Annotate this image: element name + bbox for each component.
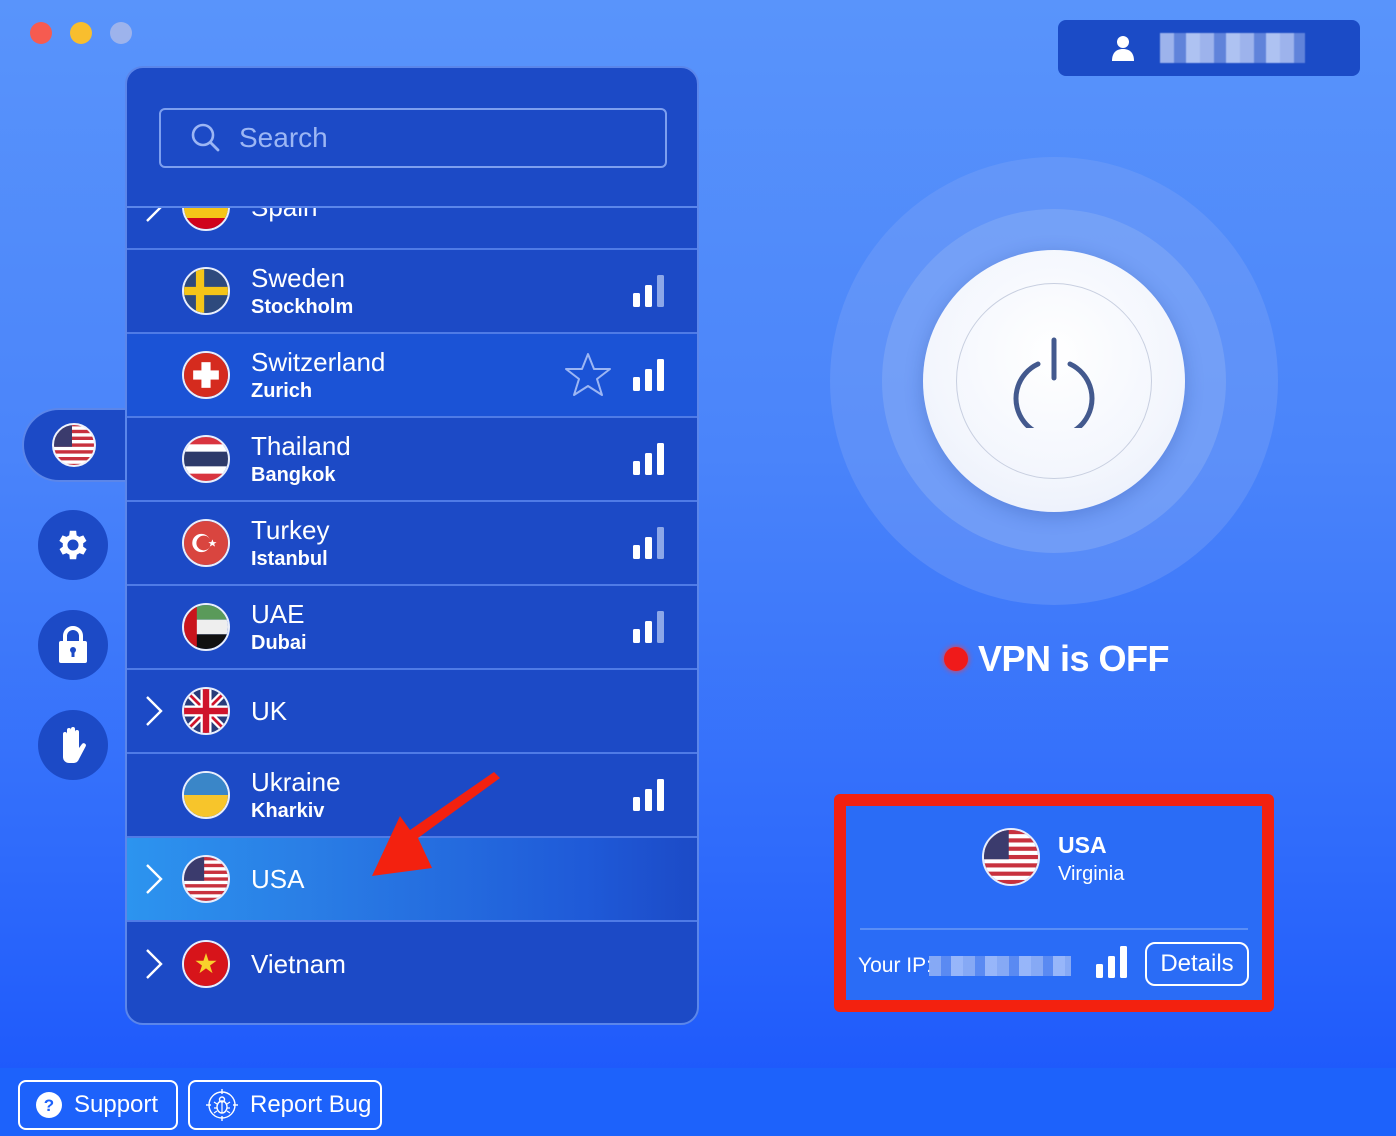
signal-strength-icon	[633, 527, 664, 559]
server-city: Istanbul	[251, 548, 328, 570]
power-icon	[1013, 337, 1095, 428]
server-country: Spain	[251, 206, 318, 222]
connection-city: Virginia	[1058, 863, 1125, 885]
account-button[interactable]	[1058, 20, 1360, 76]
thailand-flag-icon	[182, 435, 230, 483]
vietnam-flag-icon	[182, 940, 230, 988]
sidebar-item-settings[interactable]	[38, 510, 108, 580]
chevron-right-icon[interactable]	[141, 944, 165, 984]
sweden-flag-icon	[182, 267, 230, 315]
gear-icon	[59, 530, 87, 560]
support-label: Support	[74, 1091, 159, 1118]
minimize-window-button[interactable]	[70, 22, 92, 44]
server-city: Kharkiv	[251, 800, 325, 822]
server-country: Vietnam	[251, 949, 346, 979]
switzerland-flag-icon	[182, 351, 230, 399]
footer-bar: ? Support Report Bug	[0, 1068, 1396, 1136]
sidebar-item-blocker[interactable]	[38, 710, 108, 780]
chevron-right-icon[interactable]	[141, 859, 165, 899]
server-country: UK	[251, 696, 288, 726]
connection-country: USA	[1058, 832, 1107, 858]
divider	[860, 928, 1248, 930]
zoom-window-button[interactable]	[110, 22, 132, 44]
usa-flag-icon	[182, 855, 230, 903]
search-icon	[191, 123, 220, 152]
chevron-right-icon[interactable]	[141, 206, 165, 227]
server-row-vietnam[interactable]: Vietnam	[127, 922, 697, 1006]
report-bug-label: Report Bug	[250, 1091, 372, 1118]
server-row-switzerland[interactable]: Switzerland Zurich	[127, 334, 697, 418]
window-controls	[30, 22, 132, 44]
user-icon	[1112, 36, 1134, 61]
signal-strength-icon	[633, 359, 664, 391]
turkey-flag-icon	[182, 519, 230, 567]
server-country: Turkey	[251, 515, 330, 545]
server-row-spain[interactable]: Spain	[127, 206, 697, 250]
signal-strength-icon	[633, 275, 664, 307]
svg-text:?: ?	[44, 1096, 54, 1115]
server-city: Zurich	[251, 380, 313, 402]
search-input[interactable]	[239, 122, 639, 154]
vpn-status: VPN is OFF	[944, 638, 1170, 680]
status-indicator-dot	[944, 647, 968, 671]
ip-value-redacted	[929, 956, 1071, 976]
server-city: Stockholm	[251, 296, 354, 318]
server-country: Switzerland	[251, 347, 386, 377]
uae-flag-icon	[182, 603, 230, 651]
server-row-uae[interactable]: UAE Dubai	[127, 586, 697, 670]
server-city: Dubai	[251, 632, 307, 654]
server-country: UAE	[251, 599, 305, 629]
favorite-star-icon[interactable]	[563, 351, 613, 399]
server-row-thailand[interactable]: Thailand Bangkok	[127, 418, 697, 502]
server-row-turkey[interactable]: Turkey Istanbul	[127, 502, 697, 586]
ukraine-flag-icon	[182, 771, 230, 819]
uk-flag-icon	[182, 687, 230, 735]
spain-flag-icon	[182, 208, 230, 231]
signal-strength-icon	[633, 611, 664, 643]
sidebar-item-security[interactable]	[38, 610, 108, 680]
power-button[interactable]	[923, 250, 1185, 512]
signal-strength-icon	[633, 779, 664, 811]
current-location-card[interactable]: USA Virginia Your IP: Details	[834, 794, 1274, 1012]
server-row-uk[interactable]: UK	[127, 670, 697, 754]
sidebar-item-location[interactable]	[22, 408, 128, 482]
server-country: Sweden	[251, 263, 345, 293]
support-button[interactable]: ? Support	[18, 1080, 178, 1130]
account-username-redacted	[1160, 33, 1305, 63]
us-flag-icon	[52, 423, 96, 467]
server-country: Ukraine	[251, 767, 341, 797]
server-city: Bangkok	[251, 464, 336, 486]
search-box[interactable]	[159, 108, 667, 168]
ip-label: Your IP:	[858, 954, 932, 977]
details-button[interactable]: Details	[1145, 942, 1249, 986]
server-row-ukraine[interactable]: Ukraine Kharkiv	[127, 754, 697, 838]
close-window-button[interactable]	[30, 22, 52, 44]
server-row-sweden[interactable]: Sweden Stockholm	[127, 250, 697, 334]
hand-icon	[63, 727, 86, 763]
bug-icon	[206, 1089, 238, 1121]
server-country: Thailand	[251, 431, 351, 461]
server-list-panel: Spain SwedenStockholm SwitzerlandZurich …	[125, 66, 699, 1025]
signal-strength-icon	[1096, 946, 1127, 978]
report-bug-button[interactable]: Report Bug	[188, 1080, 382, 1130]
chevron-right-icon[interactable]	[141, 691, 165, 731]
server-country: USA	[251, 864, 305, 894]
help-icon: ?	[36, 1092, 62, 1118]
usa-flag-icon	[982, 828, 1040, 886]
server-row-usa[interactable]: USA	[127, 838, 697, 922]
signal-strength-icon	[633, 443, 664, 475]
lock-icon	[59, 626, 87, 663]
server-list[interactable]: Spain Sweden Stockholm Switzerland Zurich …	[127, 206, 697, 1023]
vpn-status-text: VPN is OFF	[978, 638, 1170, 679]
